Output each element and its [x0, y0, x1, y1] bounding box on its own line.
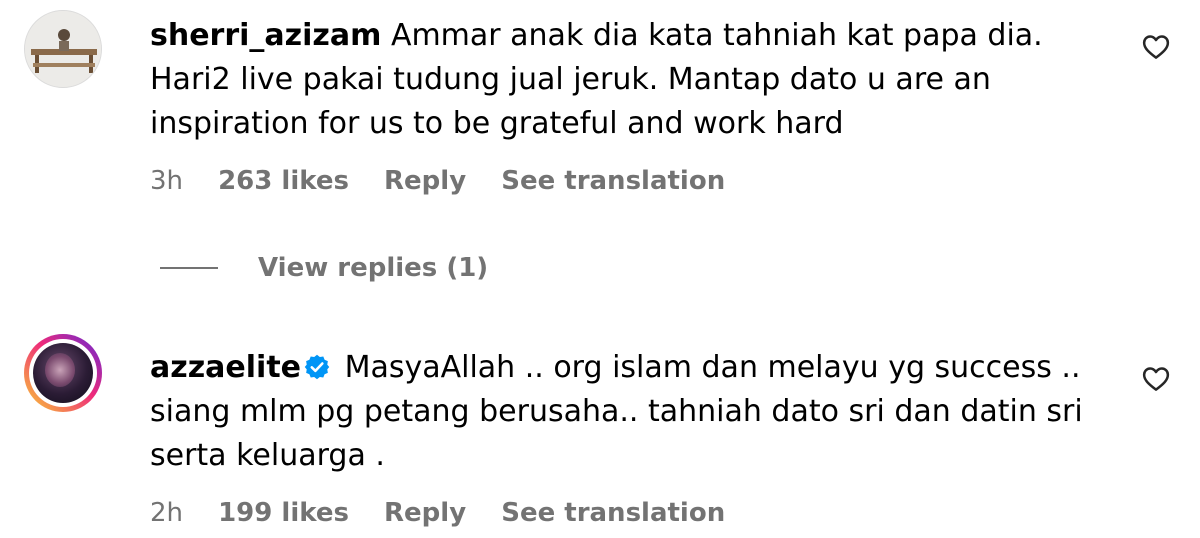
view-replies-button[interactable]: View replies (1) [160, 250, 488, 286]
comment-item: sherri_azizam Ammar anak dia kata tahnia… [0, 0, 1200, 230]
avatar[interactable] [24, 10, 102, 88]
username[interactable]: azzaelite [150, 350, 301, 385]
username[interactable]: sherri_azizam [150, 18, 381, 53]
avatar-photo-detail [45, 353, 75, 387]
avatar[interactable] [24, 334, 102, 412]
likes-count[interactable]: 263 likes [218, 166, 349, 196]
reply-button[interactable]: Reply [384, 166, 466, 196]
see-translation-button[interactable]: See translation [501, 166, 725, 196]
heart-outline-icon[interactable] [1141, 32, 1171, 62]
timestamp[interactable]: 2h [150, 498, 183, 528]
comment-text: sherri_azizam Ammar anak dia kata tahnia… [150, 14, 1110, 146]
view-replies-label: View replies (1) [258, 253, 489, 283]
likes-count[interactable]: 199 likes [218, 498, 349, 528]
see-translation-button[interactable]: See translation [501, 498, 725, 528]
avatar-photo [33, 343, 93, 403]
comment-meta: 3h 263 likes Reply See translation [150, 166, 751, 196]
timestamp[interactable]: 3h [150, 166, 183, 196]
reply-button[interactable]: Reply [384, 498, 466, 528]
heart-outline-icon[interactable] [1141, 364, 1171, 394]
verified-badge-icon [304, 354, 330, 380]
comment-item: azzaelite MasyaAllah .. org islam dan me… [0, 330, 1200, 538]
story-ring [29, 339, 97, 407]
divider [160, 267, 218, 269]
comment-text: azzaelite MasyaAllah .. org islam dan me… [150, 346, 1110, 478]
comment-meta: 2h 199 likes Reply See translation [150, 498, 751, 528]
avatar-table-image [25, 11, 101, 87]
